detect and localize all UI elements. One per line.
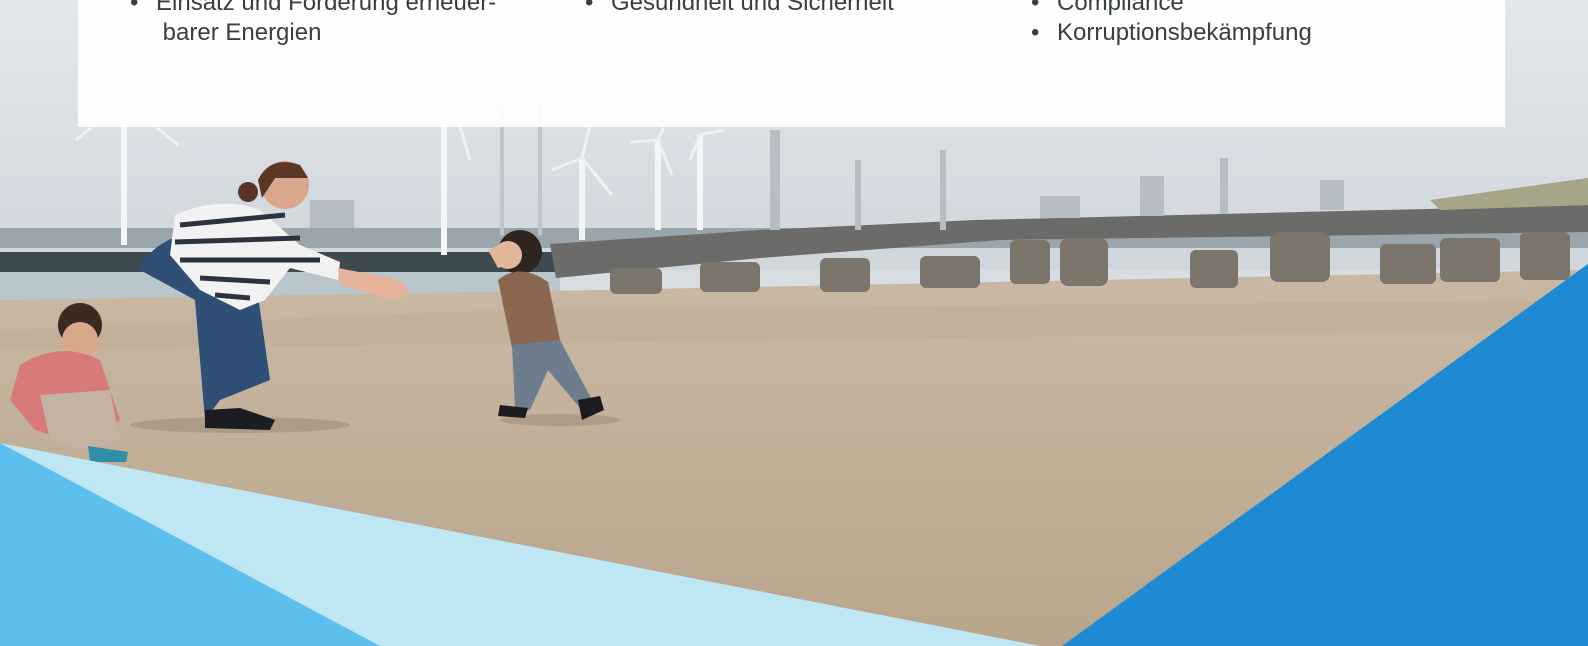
- list-item: Korruptionsbekämpfung: [1031, 18, 1451, 48]
- list-item: Compliance: [1031, 0, 1451, 18]
- blue-shape: [1062, 264, 1588, 646]
- bullet-list-middle: Gesundheit und Sicherheit: [585, 0, 985, 18]
- bullet-list-left: Einsatz und Förderung erneuer- barer Ene…: [130, 0, 530, 48]
- list-item: Einsatz und Förderung erneuer- barer Ene…: [130, 0, 530, 48]
- bullet-list-right: Compliance Korruptionsbekämpfung: [1031, 0, 1451, 48]
- list-item: Gesundheit und Sicherheit: [585, 0, 985, 18]
